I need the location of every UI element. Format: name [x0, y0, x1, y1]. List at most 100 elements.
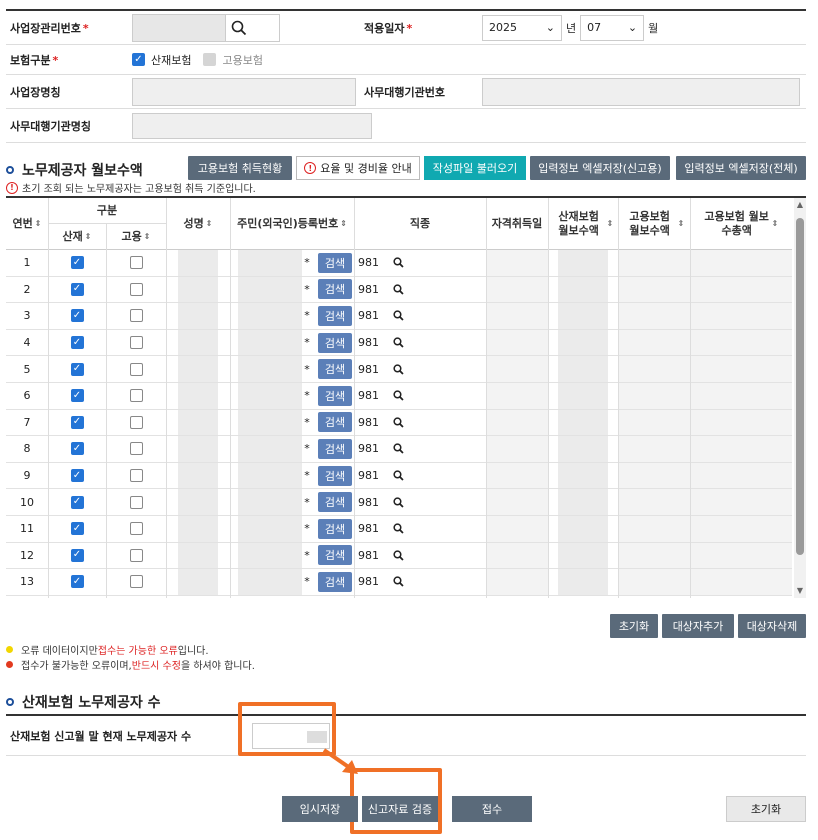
excel-save-all-button[interactable]: 입력정보 엑셀저장(전체)	[676, 156, 806, 180]
row-employment-checkbox[interactable]	[129, 309, 143, 323]
delete-worker-button[interactable]: 대상자삭제	[738, 614, 806, 638]
row-employment-checkbox[interactable]	[129, 415, 143, 429]
row-job-search-icon[interactable]	[388, 330, 408, 356]
row-employment-checkbox[interactable]	[129, 548, 143, 562]
col-rrn[interactable]: 주민(외국인)등록번호 ⇕	[230, 198, 354, 250]
row-industrial-checkbox[interactable]: ✓	[70, 415, 84, 429]
row-search-button[interactable]: 검색	[318, 438, 352, 459]
table-row[interactable]: 13 ✓ * 검색 981	[6, 569, 792, 596]
row-industrial-checkbox[interactable]: ✓	[70, 282, 84, 296]
scroll-thumb[interactable]	[796, 218, 804, 555]
row-job-search-icon[interactable]	[388, 383, 408, 409]
row-employment-checkbox[interactable]	[129, 282, 143, 296]
temp-save-button[interactable]: 임시저장	[282, 796, 358, 822]
scroll-up-icon[interactable]: ▲	[796, 200, 804, 209]
row-employment-checkbox[interactable]	[129, 389, 143, 403]
row-industrial-checkbox[interactable]: ✓	[70, 469, 84, 483]
grid-scrollbar[interactable]: ▲ ▼	[794, 198, 806, 598]
month-select[interactable]: 07 ⌄	[580, 14, 645, 41]
row-search-button[interactable]: 검색	[318, 252, 352, 273]
table-row[interactable]: 10 ✓ * 검색 981	[6, 489, 792, 516]
row-industrial-checkbox[interactable]: ✓	[70, 389, 84, 403]
scroll-down-icon[interactable]: ▼	[796, 586, 804, 595]
row-search-button[interactable]: 검색	[318, 359, 352, 380]
industrial-checkbox[interactable]: ✓	[132, 53, 145, 66]
row-industrial-checkbox[interactable]: ✓	[70, 495, 84, 509]
load-file-button[interactable]: 작성파일 불러오기	[424, 156, 526, 180]
row-search-button[interactable]: 검색	[318, 545, 352, 566]
col-seq[interactable]: 연번 ⇕	[6, 198, 48, 250]
row-industrial-checkbox[interactable]: ✓	[70, 442, 84, 456]
employment-checkbox[interactable]	[203, 53, 217, 66]
row-search-button[interactable]: 검색	[318, 465, 352, 486]
row-industrial-checkbox[interactable]: ✓	[70, 309, 84, 323]
emp-status-button[interactable]: 고용보험 취득현황	[188, 156, 292, 180]
add-worker-button[interactable]: 대상자추가	[662, 614, 734, 638]
row-industrial-checkbox[interactable]: ✓	[70, 548, 84, 562]
row-industrial-checkbox[interactable]: ✓	[70, 362, 84, 376]
row-search-button[interactable]: 검색	[318, 385, 352, 406]
row-job-search-icon[interactable]	[388, 543, 408, 569]
row-job-search-icon[interactable]	[388, 463, 408, 489]
row-employment-checkbox[interactable]	[129, 522, 143, 536]
row-search-button[interactable]: 검색	[318, 332, 352, 353]
table-row[interactable]: 4 ✓ * 검색 981	[6, 329, 792, 357]
table-row[interactable]: 9 ✓ * 검색 981	[6, 462, 792, 490]
row-job-search-icon[interactable]	[388, 516, 408, 542]
row-search-button[interactable]: 검색	[318, 571, 352, 592]
row-employment-checkbox[interactable]	[129, 336, 143, 350]
row-search-button[interactable]: 검색	[318, 279, 352, 300]
row-employment-checkbox[interactable]	[129, 362, 143, 376]
excel-save-report-button[interactable]: 입력정보 엑셀저장(신고용)	[530, 156, 670, 180]
row-job-search-icon[interactable]	[388, 569, 408, 595]
row-search-button[interactable]: 검색	[318, 518, 352, 539]
row-job-search-icon[interactable]	[388, 436, 408, 462]
row-job-search-icon[interactable]	[388, 489, 408, 515]
row-employment-checkbox[interactable]	[129, 442, 143, 456]
col-employment[interactable]: 고용 ⇕	[106, 224, 166, 250]
col-name[interactable]: 성명 ⇕	[166, 198, 230, 250]
row-industrial-checkbox[interactable]: ✓	[70, 256, 84, 270]
row-industrial-checkbox[interactable]: ✓	[70, 575, 84, 589]
row-job-search-icon[interactable]	[388, 250, 408, 276]
table-row[interactable]: 3 ✓ * 검색 981	[6, 303, 792, 330]
row-job-search-icon[interactable]	[388, 277, 408, 303]
rate-guide-button[interactable]: ! 요율 및 경비율 안내	[296, 156, 420, 180]
table-row[interactable]: 5 ✓ * 검색 981	[6, 356, 792, 383]
table-row[interactable]: 11 ✓ * 검색 981	[6, 516, 792, 543]
red-dot-icon	[6, 661, 13, 668]
biz-no-search-button[interactable]	[225, 14, 251, 41]
table-row[interactable]: 1 ✓ * 검색 981	[6, 250, 792, 277]
row-job-search-icon[interactable]	[388, 356, 408, 382]
verify-button[interactable]: 신고자료 검증	[362, 796, 438, 822]
row-employment-checkbox[interactable]	[129, 256, 143, 270]
row-employment-checkbox[interactable]	[129, 469, 143, 483]
row-industrial-checkbox[interactable]: ✓	[70, 336, 84, 350]
reset-all-button[interactable]: 초기화	[726, 796, 806, 822]
col-emp-monthly[interactable]: 고용보험 월보수액 ⇕	[618, 198, 690, 250]
table-row[interactable]: 6 ✓ * 검색 981	[6, 383, 792, 410]
row-job-search-icon[interactable]	[388, 410, 408, 436]
form-row-insurance-type: 보험구분 * ✓ 산재보험 고용보험	[6, 45, 806, 75]
year-select[interactable]: 2025 ⌄	[482, 14, 562, 41]
row-employment-checkbox[interactable]	[129, 495, 143, 509]
row-search-button[interactable]: 검색	[318, 305, 352, 326]
agency-name-label: 사무대행기관명칭	[10, 119, 91, 133]
biz-no-value-masked	[133, 14, 225, 41]
table-row[interactable]: 2 ✓ * 검색 981	[6, 276, 792, 304]
row-job-search-icon[interactable]	[388, 303, 408, 329]
table-row[interactable]: 7 ✓ * 검색 981	[6, 409, 792, 437]
grid-reset-button[interactable]: 초기화	[610, 614, 658, 638]
row-search-button[interactable]: 검색	[318, 492, 352, 513]
col-emp-total[interactable]: 고용보험 월보수총액 ⇕	[690, 198, 792, 250]
biz-no-input[interactable]	[132, 13, 280, 42]
alert-icon: !	[6, 181, 18, 194]
row-industrial-checkbox[interactable]: ✓	[70, 522, 84, 536]
submit-button[interactable]: 접수	[452, 796, 532, 822]
row-employment-checkbox[interactable]	[129, 575, 143, 589]
table-row[interactable]: 8 ✓ * 검색 981	[6, 436, 792, 463]
col-industrial[interactable]: 산재 ⇕	[48, 224, 106, 250]
row-search-button[interactable]: 검색	[318, 412, 352, 433]
table-row[interactable]: 12 ✓ * 검색 981	[6, 542, 792, 570]
col-ind-monthly[interactable]: 산재보험 월보수액 ⇕	[548, 198, 618, 250]
